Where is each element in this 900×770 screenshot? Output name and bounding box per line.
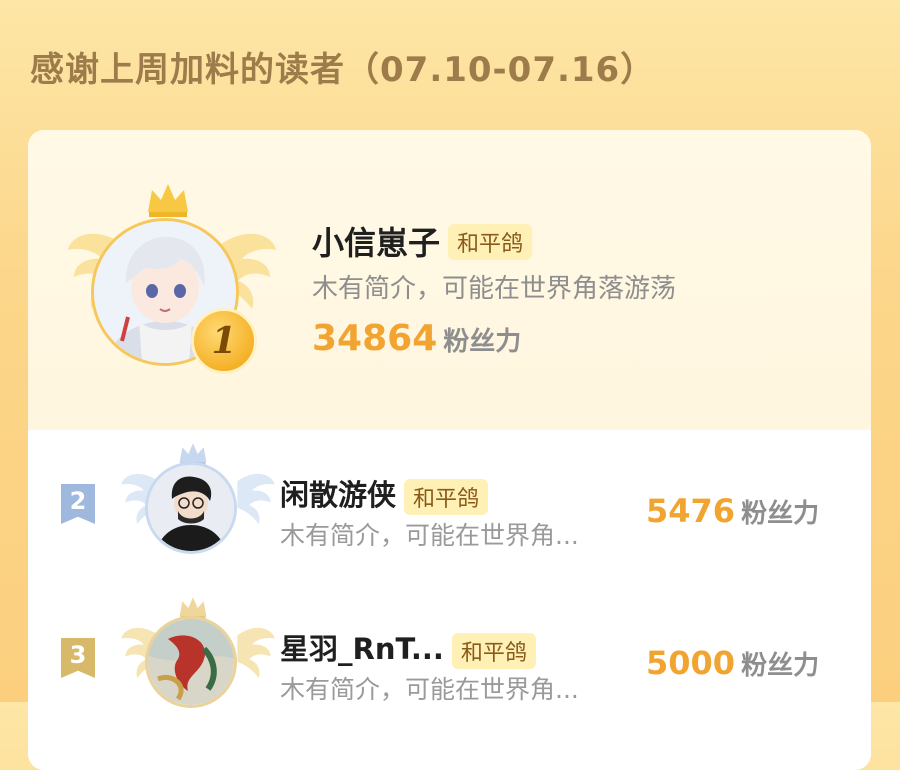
rank-1-bio: 木有简介，可能在世界角落游荡 — [312, 274, 677, 304]
gold-medal-icon: 1 — [191, 308, 257, 374]
rank-1-tag-badge: 和平鸽 — [448, 224, 533, 260]
rank-1-score-unit: 粉丝力 — [443, 327, 522, 357]
rank-1-entry[interactable]: 1 小信崽子 和平鸽 木有简介，可能在世界角落游荡 34864 粉丝力 — [28, 130, 871, 430]
rank-3-score: 5000 粉丝力 — [646, 644, 819, 682]
rank-1-name[interactable]: 小信崽子 — [312, 224, 440, 262]
rank-2-entry[interactable]: 2 闲散游侠 和平鸽 木有简介，可能在世界角... 5476 粉丝力 — [28, 430, 871, 580]
avatar-rank-2[interactable] — [145, 462, 237, 554]
rank-2-score-unit: 粉丝力 — [741, 499, 820, 529]
avatar-rank-3[interactable] — [145, 616, 237, 708]
rank-2-score-value: 5476 — [646, 492, 736, 530]
right-wing-icon — [237, 627, 275, 678]
rank-3-score-unit: 粉丝力 — [741, 651, 820, 681]
rank-2-tag-badge: 和平鸽 — [404, 479, 489, 515]
rank-1-score: 34864 粉丝力 — [312, 318, 521, 359]
crown-icon — [148, 184, 188, 217]
rank-3-name-row: 星羽_RnT... 和平鸽 — [280, 626, 536, 669]
rank-3-tag-badge: 和平鸽 — [451, 633, 536, 669]
rank-2-score: 5476 粉丝力 — [646, 492, 819, 530]
rank-1-name-row: 小信崽子 和平鸽 — [312, 218, 533, 264]
page-title: 感谢上周加料的读者（07.10-07.16） — [30, 50, 656, 90]
rank-3-bio: 木有简介，可能在世界角... — [280, 675, 579, 704]
rank-2-name[interactable]: 闲散游侠 — [280, 478, 396, 512]
rank-2-badge: 2 — [61, 484, 95, 524]
rank-2-bio: 木有简介，可能在世界角... — [280, 521, 579, 550]
right-wing-icon — [237, 473, 275, 524]
rank-1-score-value: 34864 — [312, 318, 438, 359]
rank-3-entry[interactable]: 3 星羽_RnT... 和平鸽 木有简介，可能在世界角... 5000 粉丝力 — [28, 580, 871, 730]
rank-3-name[interactable]: 星羽_RnT... — [280, 632, 444, 666]
ranking-card: 1 小信崽子 和平鸽 木有简介，可能在世界角落游荡 34864 粉丝力 2 闲散… — [28, 130, 871, 770]
rank-3-score-value: 5000 — [646, 644, 736, 682]
rank-2-name-row: 闲散游侠 和平鸽 — [280, 472, 489, 515]
rank-3-badge: 3 — [61, 638, 95, 678]
